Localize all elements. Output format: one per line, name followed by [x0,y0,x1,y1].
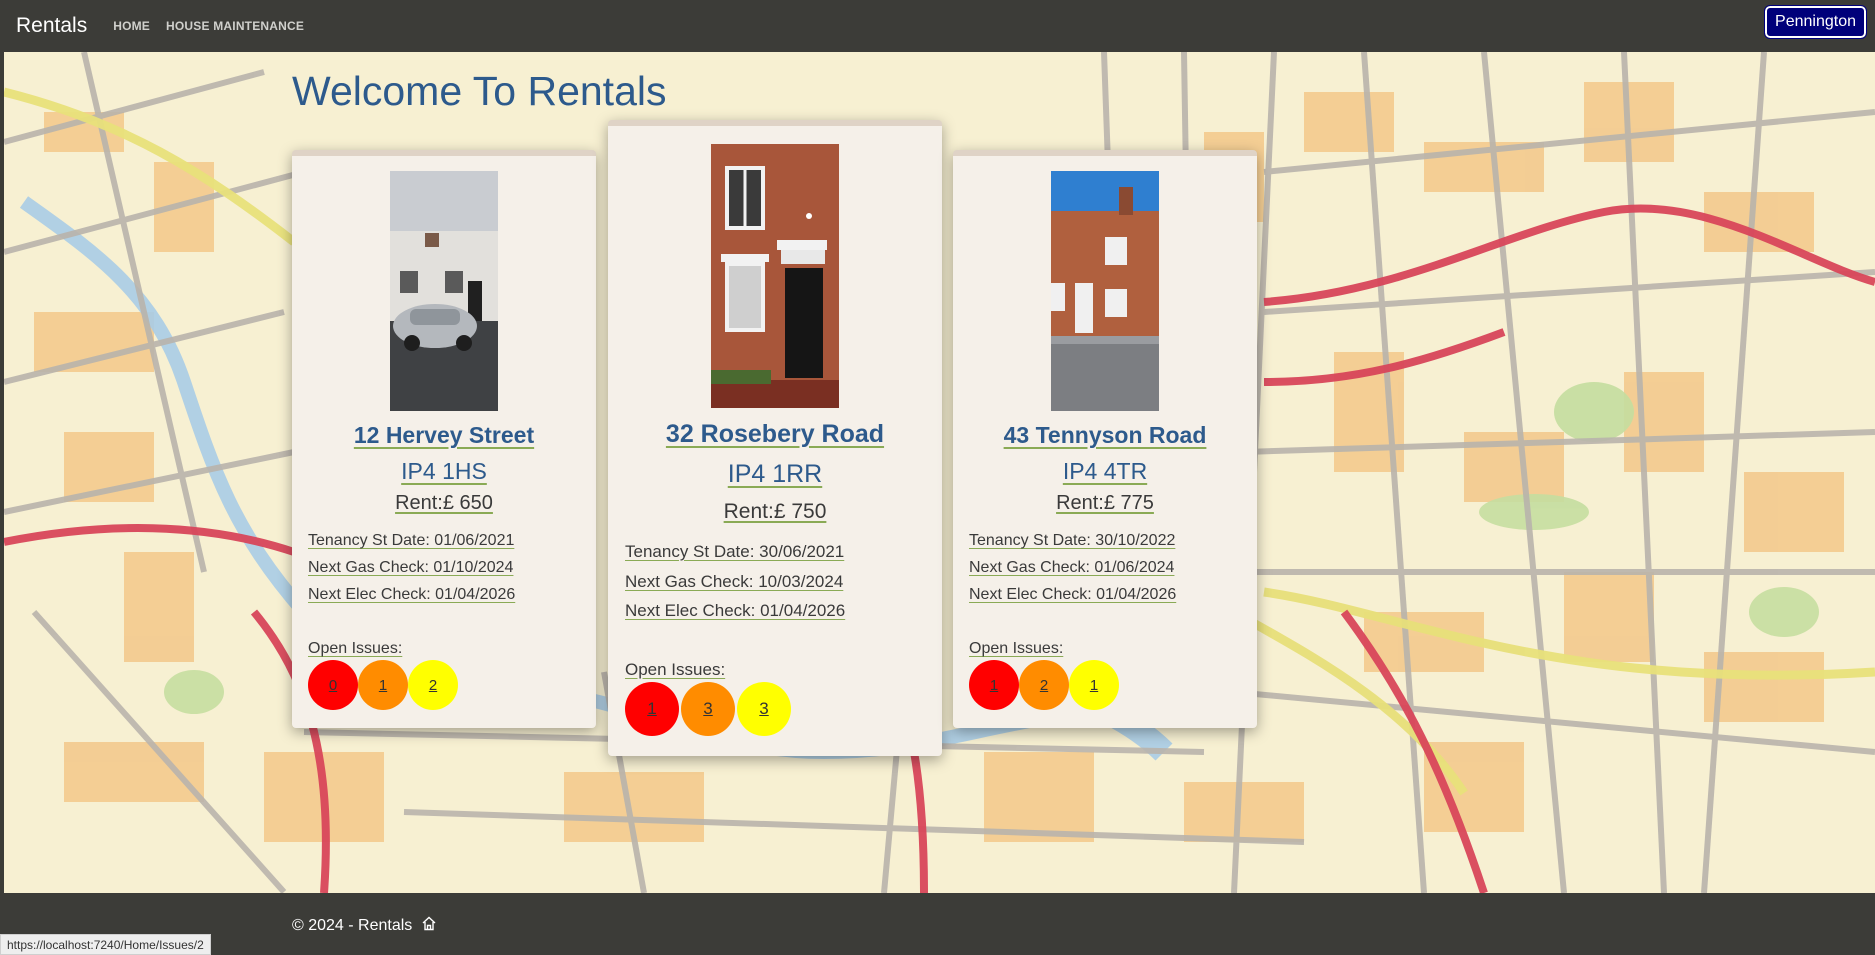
property-postcode-link[interactable]: IP4 1HS [292,458,596,485]
status-bar-url: https://localhost:7240/Home/Issues/2 [0,934,211,955]
property-rent: Rent:£ 775 [1056,492,1154,514]
user-button[interactable]: Pennington [1764,5,1867,39]
issue-count-medium[interactable]: 2 [1019,660,1069,710]
open-issues-label: Open Issues: [308,640,403,657]
property-street-link[interactable]: 12 Hervey Street [292,422,596,449]
next-gas-check: Next Gas Check: 01/10/2024 [308,559,514,576]
issue-count-medium[interactable]: 1 [358,660,408,710]
brand-link[interactable]: Rentals [16,14,87,38]
property-photo[interactable] [390,171,498,411]
next-gas-check: Next Gas Check: 10/03/2024 [625,572,844,591]
property-card: 32 Rosebery Road IP4 1RR Rent:£ 750 Tena… [608,120,942,756]
property-rent: Rent:£ 650 [395,492,493,514]
issue-count-medium[interactable]: 3 [681,682,735,736]
property-photo[interactable] [1051,171,1159,411]
nav-house-maintenance[interactable]: HOUSE MAINTENANCE [166,19,304,33]
next-elec-check: Next Elec Check: 01/04/2026 [625,601,846,620]
nav-home[interactable]: HOME [113,19,150,33]
open-issues-label: Open Issues: [625,660,726,679]
property-card: 43 Tennyson Road IP4 4TR Rent:£ 775 Tena… [953,150,1257,728]
property-photo[interactable] [711,144,839,408]
property-card: 12 Hervey Street IP4 1HS Rent:£ 650 Tena… [292,150,596,728]
page-title: Welcome To Rentals [292,68,667,114]
property-rent: Rent:£ 750 [723,500,827,523]
next-gas-check: Next Gas Check: 01/06/2024 [969,559,1175,576]
footer: © 2024 - Rentals [4,893,1875,953]
tenancy-start-date: Tenancy St Date: 30/06/2021 [625,542,845,561]
footer-text: © 2024 - Rentals [292,917,413,935]
issue-count-low[interactable]: 3 [737,682,791,736]
property-postcode-link[interactable]: IP4 4TR [953,458,1257,485]
issue-count-high[interactable]: 0 [308,660,358,710]
tenancy-start-date: Tenancy St Date: 01/06/2021 [308,532,515,549]
next-elec-check: Next Elec Check: 01/04/2026 [308,586,516,603]
navbar: Rentals HOME HOUSE MAINTENANCE Penningto… [4,0,1875,52]
tenancy-start-date: Tenancy St Date: 30/10/2022 [969,532,1176,549]
issue-count-high[interactable]: 1 [625,682,679,736]
issue-count-low[interactable]: 1 [1069,660,1119,710]
property-street-link[interactable]: 43 Tennyson Road [953,422,1257,449]
footer-copyright: © 2024 - Rentals [292,916,437,936]
issue-count-high[interactable]: 1 [969,660,1019,710]
property-street-link[interactable]: 32 Rosebery Road [608,420,942,449]
open-issues-label: Open Issues: [969,640,1064,657]
property-postcode-link[interactable]: IP4 1RR [608,460,942,489]
home-icon [421,916,437,936]
issue-count-low[interactable]: 2 [408,660,458,710]
next-elec-check: Next Elec Check: 01/04/2026 [969,586,1177,603]
